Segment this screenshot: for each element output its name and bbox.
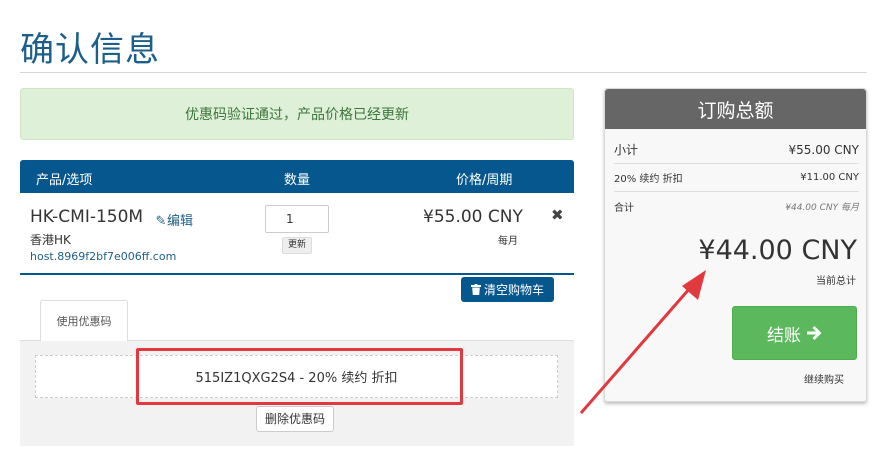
column-header-product: 产品/选项	[36, 173, 93, 188]
checkout-label: 结账	[767, 325, 801, 346]
column-header-price: 价格/周期	[456, 173, 513, 188]
update-quantity-button[interactable]: 更新	[282, 237, 313, 254]
summary-row-discount: 20% 续约 折扣 ¥11.00 CNY	[614, 164, 859, 192]
remove-item-icon[interactable]: ✖	[551, 206, 564, 224]
total-recurring-value: ¥44.00 CNY 每月	[785, 202, 859, 213]
pencil-icon: ✎	[155, 214, 167, 229]
summary-row-subtotal: 小计 ¥55.00 CNY	[614, 136, 859, 164]
order-summary-title: 订购总额	[697, 99, 774, 122]
edit-product-link[interactable]: ✎编辑	[155, 210, 193, 229]
promo-tab-label: 使用优惠码	[56, 315, 112, 328]
total-due-amount: ¥44.00 CNY	[698, 235, 857, 266]
discount-label: 20% 续约 折扣	[614, 174, 683, 185]
cart-table-header: 产品/选项 数量 价格/周期	[20, 160, 574, 193]
remove-promo-button[interactable]: 删除优惠码	[256, 406, 335, 432]
product-group: 香港HK	[30, 233, 71, 247]
annotation-highlight-box	[136, 348, 463, 405]
trash-icon	[470, 284, 481, 295]
empty-cart-label: 清空购物车	[483, 283, 544, 297]
page-title: 确认信息	[20, 30, 160, 70]
checkout-button[interactable]: 结账	[732, 306, 857, 360]
tab-use-promo-code[interactable]: 使用优惠码	[40, 300, 128, 341]
total-label: 合计	[614, 202, 634, 214]
discount-value: ¥11.00 CNY	[800, 172, 859, 183]
order-summary-panel: 订购总额 小计 ¥55.00 CNY 20% 续约 折扣 ¥11.00 CNY …	[604, 88, 867, 402]
promo-success-alert: 优惠码验证通过，产品价格已经更新	[20, 88, 574, 140]
quantity-input[interactable]: 1	[265, 205, 329, 233]
arrow-right-icon	[807, 326, 822, 340]
title-divider	[20, 72, 867, 73]
subtotal-value: ¥55.00 CNY	[788, 142, 860, 157]
total-due-label: 当前总计	[816, 276, 856, 287]
column-header-quantity: 数量	[284, 173, 311, 188]
order-summary-header: 订购总额	[605, 89, 866, 129]
product-name: HK-CMI-150M	[30, 207, 144, 227]
product-domain: host.8969f2bf7e006ff.com	[30, 250, 177, 263]
continue-shopping-link[interactable]: 继续购买	[804, 371, 844, 386]
alert-message: 优惠码验证通过，产品价格已经更新	[185, 107, 409, 123]
edit-label: 编辑	[167, 214, 194, 229]
empty-cart-button[interactable]: 清空购物车	[461, 277, 554, 302]
subtotal-label: 小计	[614, 143, 639, 157]
summary-rows: 小计 ¥55.00 CNY 20% 续约 折扣 ¥11.00 CNY 合计 ¥4…	[614, 136, 859, 220]
cart-item-row: HK-CMI-150M ✎编辑 香港HK host.8969f2bf7e006f…	[20, 193, 574, 275]
product-price: ¥55.00 CNY	[423, 207, 523, 227]
summary-row-total: 合计 ¥44.00 CNY 每月	[614, 192, 859, 220]
billing-cycle: 每月	[498, 236, 518, 247]
